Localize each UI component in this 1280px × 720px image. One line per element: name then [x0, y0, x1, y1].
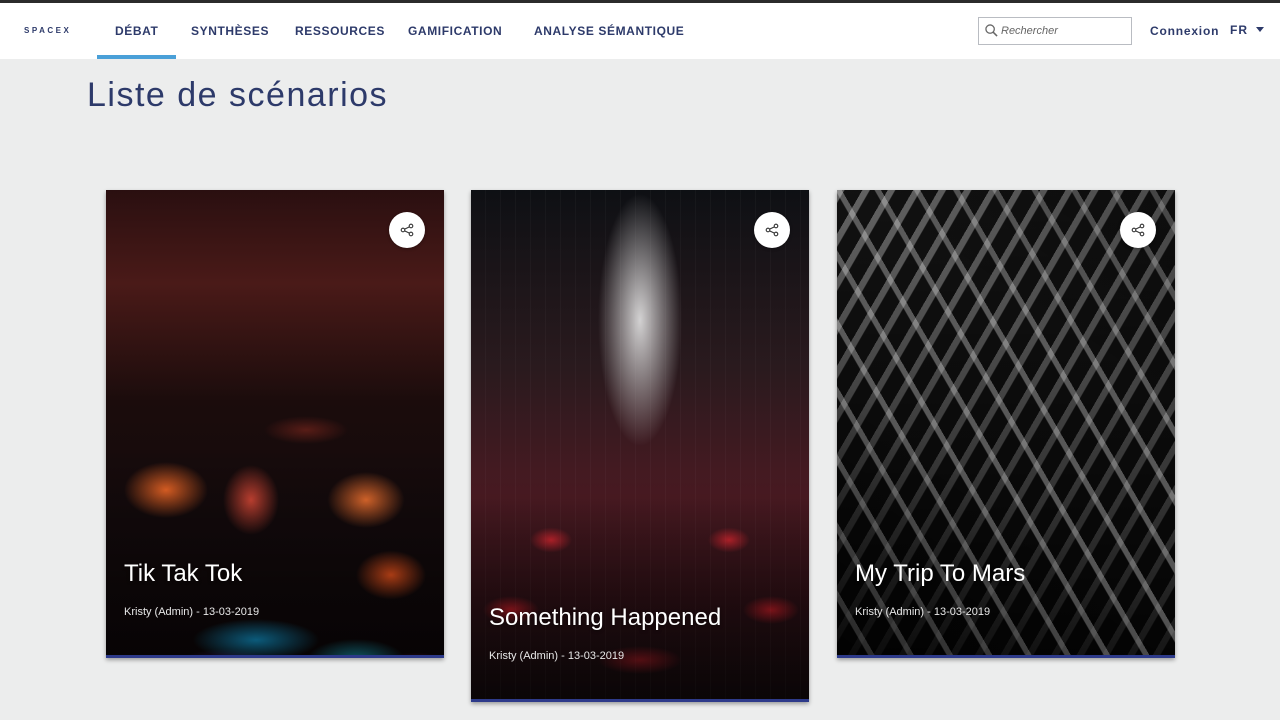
share-icon — [400, 223, 414, 237]
login-link[interactable]: Connexion — [1150, 24, 1219, 38]
card-date: 13-03-2019 — [933, 606, 991, 618]
search-input[interactable] — [1001, 21, 1127, 41]
card-title: My Trip To Mars — [855, 560, 1026, 587]
card-accent-bar — [837, 655, 1175, 658]
share-button[interactable] — [1120, 212, 1156, 248]
nav-item-syntheses[interactable]: SYNTHÈSES — [173, 3, 287, 59]
scenario-card[interactable]: Tik Tak Tok Kristy (Admin) - 13-03-2019 — [106, 190, 444, 658]
card-author: Kristy (Admin) — [489, 650, 559, 662]
card-title: Tik Tak Tok — [124, 560, 243, 587]
share-icon — [1131, 223, 1145, 237]
nav-item-ressources[interactable]: RESSOURCES — [277, 3, 403, 59]
card-title: Something Happened — [489, 604, 722, 631]
nav-item-analyse-semantique[interactable]: ANALYSE SÉMANTIQUE — [516, 3, 702, 59]
card-author: Kristy (Admin) — [124, 606, 194, 618]
search-box — [978, 17, 1132, 45]
page-title: Liste de scénarios — [87, 76, 389, 114]
nav-item-label: ANALYSE SÉMANTIQUE — [534, 24, 685, 38]
scenario-card[interactable]: Something Happened Kristy (Admin) - 13-0… — [471, 190, 809, 702]
card-meta: Kristy (Admin) - 13-03-2019 — [855, 606, 991, 618]
language-selector[interactable]: FR — [1230, 23, 1264, 37]
search-icon[interactable] — [985, 24, 998, 37]
card-accent-bar — [471, 699, 809, 702]
spacex-logo[interactable]: SPACEX — [24, 26, 71, 35]
share-button[interactable] — [389, 212, 425, 248]
top-navbar: SPACEX DÉBAT SYNTHÈSES RESSOURCES GAMIFI… — [0, 3, 1280, 59]
nav-item-gamification[interactable]: GAMIFICATION — [390, 3, 520, 59]
nav-item-debat[interactable]: DÉBAT — [97, 3, 177, 59]
scenario-card[interactable]: My Trip To Mars Kristy (Admin) - 13-03-2… — [837, 190, 1175, 658]
card-date: 13-03-2019 — [202, 606, 260, 618]
language-label: FR — [1230, 23, 1248, 37]
caret-down-icon — [1256, 27, 1264, 33]
card-accent-bar — [106, 655, 444, 658]
nav-item-label: RESSOURCES — [295, 24, 386, 38]
nav-item-label: GAMIFICATION — [408, 24, 503, 38]
card-meta: Kristy (Admin) - 13-03-2019 — [124, 606, 260, 618]
share-button[interactable] — [754, 212, 790, 248]
card-date: 13-03-2019 — [567, 650, 625, 662]
share-icon — [765, 223, 779, 237]
card-author: Kristy (Admin) — [855, 606, 925, 618]
card-meta: Kristy (Admin) - 13-03-2019 — [489, 650, 625, 662]
nav-item-label: SYNTHÈSES — [191, 24, 270, 38]
nav-item-label: DÉBAT — [115, 24, 159, 38]
